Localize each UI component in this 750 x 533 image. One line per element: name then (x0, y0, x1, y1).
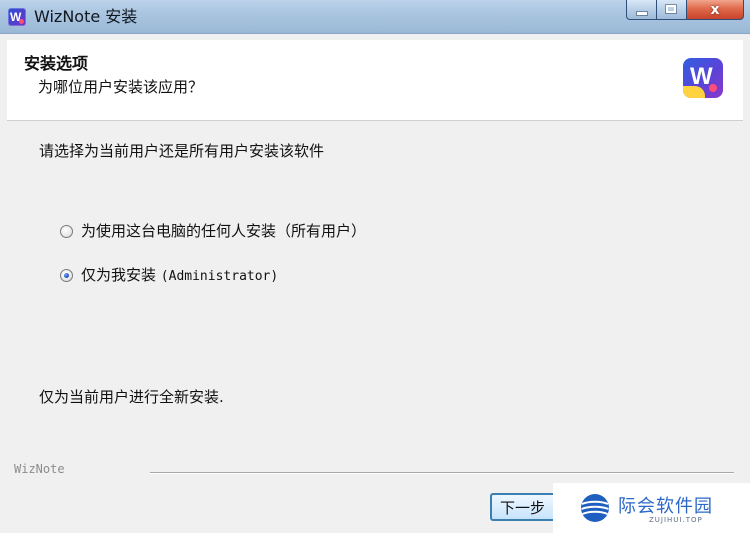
option-current-user-account: (Administrator) (160, 269, 279, 284)
close-icon: x (710, 1, 720, 18)
watermark-text: 际会软件园 (618, 496, 713, 517)
watermark-subtext: ZUJIHUI.TOP (649, 516, 703, 524)
logo-dot (709, 84, 717, 92)
option-all-users[interactable]: 为使用这台电脑的任何人安装（所有用户） (60, 220, 366, 242)
option-all-users-label: 为使用这台电脑的任何人安装（所有用户） (81, 222, 367, 240)
wiznote-app-icon: W (8, 8, 26, 26)
option-current-user-label: 仅为我安装 (Administrator) (81, 264, 278, 286)
header-panel: 安装选项 为哪位用户安装该应用？ W (7, 40, 743, 121)
maximize-icon (666, 5, 676, 13)
page-title: 安装选项 (24, 54, 89, 73)
watermark: 际会软件园 ZUJIHUI.TOP (553, 483, 750, 533)
installer-window: W WizNote 安装 x 安装选项 为哪位用户安装该应用？ W 请选择为当前… (0, 0, 750, 533)
page-subtitle: 为哪位用户安装该应用？ (38, 78, 204, 96)
wiznote-logo-icon: W (683, 58, 723, 98)
option-description: 仅为当前用户进行全新安装. (39, 388, 224, 406)
minimize-icon (637, 12, 647, 15)
app-icon-dot (19, 19, 24, 24)
radio-all-users[interactable] (60, 224, 73, 238)
maximize-button[interactable] (656, 0, 686, 20)
globe-icon (581, 494, 609, 522)
radio-current-user[interactable] (60, 268, 73, 282)
instruction-text: 请选择为当前用户还是所有用户安装该软件 (39, 142, 325, 160)
footer-brand: WizNote (14, 462, 65, 476)
close-button[interactable]: x (686, 0, 744, 20)
footer-divider (150, 472, 734, 474)
minimize-button[interactable] (626, 0, 656, 20)
title-bar[interactable]: W WizNote 安装 x (0, 0, 750, 34)
caption-buttons: x (626, 0, 744, 22)
option-current-user[interactable]: 仅为我安装 (Administrator) (60, 264, 278, 286)
option-current-user-text: 仅为我安装 (81, 266, 157, 284)
window-title: WizNote 安装 (34, 7, 138, 26)
